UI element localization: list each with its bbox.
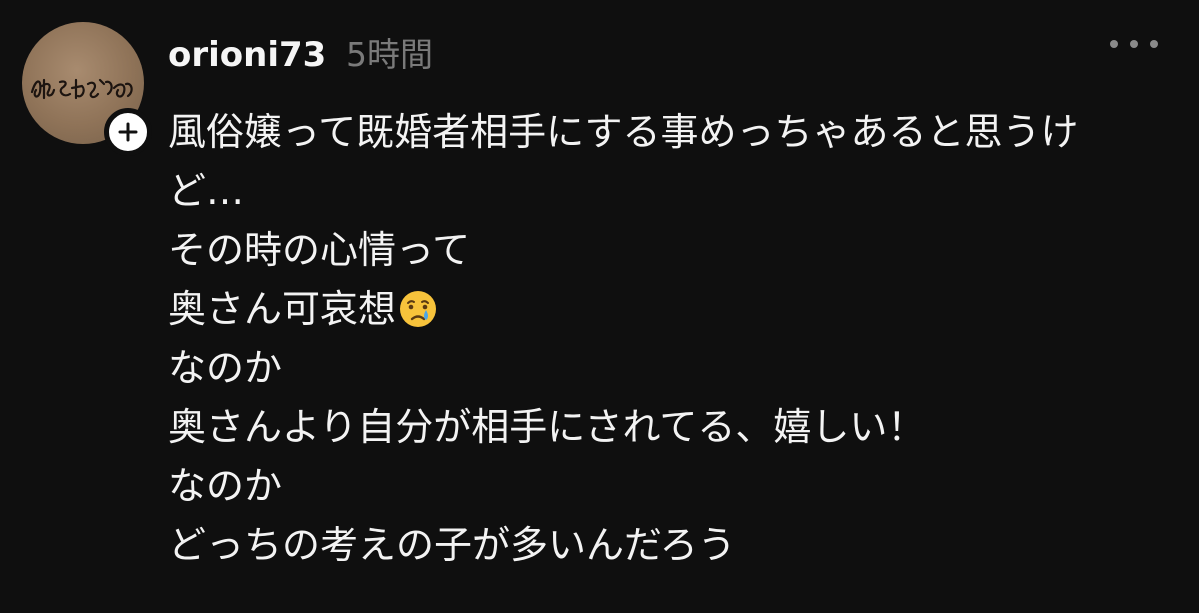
more-dot [1150,40,1158,48]
crying-face-emoji [400,291,437,327]
avatar-handwriting [30,78,133,100]
post-line: なのか [168,464,283,508]
more-dot [1110,40,1118,48]
post-line: ど… [168,169,245,213]
username[interactable]: orioni73 [168,32,326,78]
avatar-container [22,22,152,156]
post-timestamp: 5時間 [346,35,433,74]
plus-icon [118,122,138,142]
post-line: 奥さんより自分が相手にされてる、嬉しい！ [168,405,926,449]
post-line-text: 奥さん可哀想 [168,287,397,331]
post-line: 風俗嬢って既婚者相手にする事めっちゃあると思うけ [168,110,1079,154]
post-line-with-emoji: 奥さん可哀想 [168,280,1178,339]
thread-post: orioni73 5時間 風俗嬢って既婚者相手にする事めっちゃあると思うけ ど…… [0,0,1199,613]
post-line: なのか [168,346,283,390]
post-line: どっちの考えの子が多いんだろう [168,523,736,567]
post-body: 風俗嬢って既婚者相手にする事めっちゃあると思うけ ど… その時の心情って 奥さん… [168,103,1178,575]
more-options-button[interactable] [1110,30,1158,58]
more-dot [1130,40,1138,48]
follow-button[interactable] [104,108,152,156]
post-line: その時の心情って [168,228,471,272]
